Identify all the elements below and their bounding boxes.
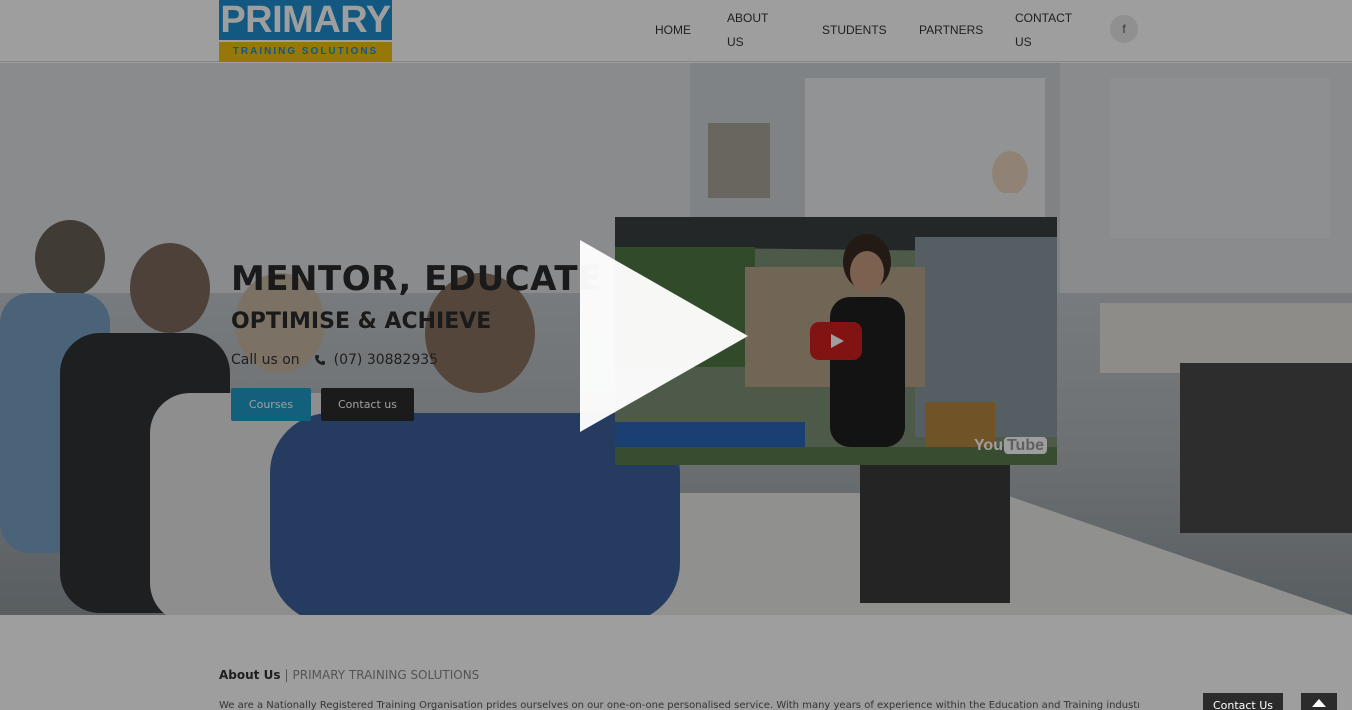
floating-contact-button[interactable]: Contact Us	[1203, 693, 1283, 710]
play-icon[interactable]	[580, 240, 748, 432]
scroll-to-top-icon[interactable]	[1301, 693, 1337, 710]
